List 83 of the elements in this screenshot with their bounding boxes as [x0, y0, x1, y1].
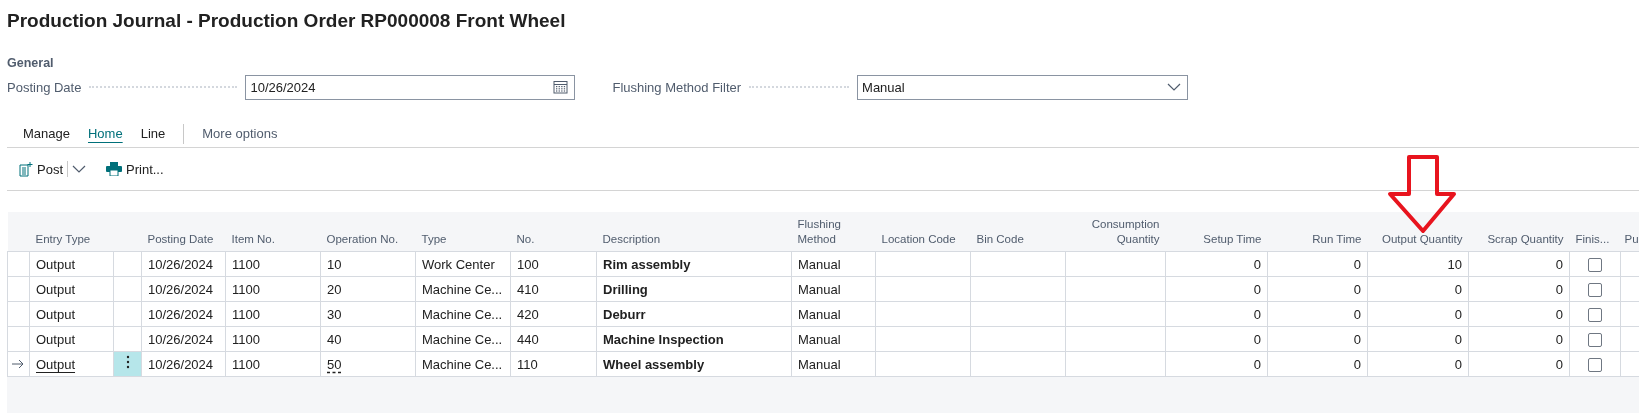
table-cell: Output	[36, 356, 76, 372]
table-cell: 1100	[232, 306, 260, 322]
table-cell: Manual	[798, 306, 841, 322]
table-cell: 0	[1353, 331, 1361, 347]
table-cell: 0	[1253, 256, 1261, 272]
field-label: Flushing Method Filter	[612, 79, 742, 95]
tab[interactable]: More options	[202, 126, 278, 147]
printer-icon	[106, 162, 122, 176]
date-field[interactable]: 10/26/2024	[245, 74, 576, 100]
table-cell: 0	[1454, 356, 1462, 372]
table-cell: 110	[517, 356, 538, 372]
table-cell: 1100	[232, 356, 260, 372]
more-options-icon[interactable]	[125, 355, 130, 369]
table-cell: Rim assembly	[603, 256, 691, 272]
table-cell: Output	[36, 331, 76, 347]
table-cell: 0	[1353, 356, 1361, 372]
table-cell: Manual	[798, 356, 841, 372]
tab[interactable]: Manage	[23, 126, 70, 147]
table-cell: 0	[1555, 356, 1563, 372]
table-cell: 0	[1253, 306, 1261, 322]
table-cell: 20	[327, 281, 342, 297]
table-cell: 0	[1353, 306, 1361, 322]
table-cell: 0	[1253, 356, 1261, 372]
table-cell: 0	[1555, 256, 1563, 272]
table-cell: Output	[36, 306, 76, 322]
table-cell: Manual	[798, 331, 841, 347]
table-cell: Machine Ce...	[422, 331, 503, 347]
checkbox[interactable]	[1588, 307, 1602, 322]
table-cell: 0	[1454, 331, 1462, 347]
checkbox[interactable]	[1588, 332, 1602, 347]
table-cell: 440	[517, 331, 539, 347]
post-button[interactable]: Post	[19, 161, 63, 177]
table-cell: Deburr	[603, 306, 646, 322]
field-label: Posting Date	[7, 79, 82, 95]
table-cell: 420	[517, 306, 539, 322]
table-cell: Output	[36, 256, 76, 272]
table-cell: Manual	[798, 256, 841, 272]
table-cell: 30	[327, 306, 342, 322]
table-cell: Machine Ce...	[422, 306, 503, 322]
table-cell: Drilling	[603, 281, 648, 297]
table-cell: 1100	[232, 281, 260, 297]
tab[interactable]: Line	[140, 126, 166, 147]
table-cell: 40	[327, 331, 342, 347]
table-cell: 0	[1253, 281, 1261, 297]
table-cell: 10/26/2024	[148, 256, 214, 272]
checkbox[interactable]	[1588, 257, 1602, 272]
table-cell: 50	[327, 356, 342, 372]
table-cell: 10/26/2024	[148, 331, 214, 347]
table-cell: 10	[327, 256, 342, 272]
table-cell: 10/26/2024	[148, 281, 214, 297]
document-icon	[19, 161, 33, 177]
table-cell: 0	[1353, 256, 1361, 272]
table-cell: 0	[1454, 281, 1462, 297]
table-cell: 0	[1555, 331, 1563, 347]
table-cell: 0	[1454, 306, 1462, 322]
table-cell: 100	[517, 256, 539, 272]
table-cell: 0	[1555, 306, 1563, 322]
table-cell: Manual	[798, 281, 841, 297]
print-button[interactable]: Print...	[106, 161, 164, 177]
table-cell: Machine Inspection	[603, 331, 724, 347]
tab[interactable]: Home	[88, 126, 123, 147]
table-cell: 10	[1447, 256, 1462, 272]
chevron-down-icon[interactable]	[1167, 83, 1182, 91]
table-cell: Machine Ce...	[422, 281, 503, 297]
checkbox[interactable]	[1588, 357, 1602, 372]
chevron-down-icon[interactable]	[72, 165, 86, 173]
table-cell: 10/26/2024	[148, 306, 214, 322]
calendar-icon[interactable]	[553, 80, 569, 94]
table-cell: 1100	[232, 256, 260, 272]
table-cell: 10/26/2024	[148, 356, 214, 372]
table-cell: Wheel assembly	[603, 356, 705, 372]
table-cell: 0	[1353, 281, 1361, 297]
checkbox[interactable]	[1588, 282, 1602, 297]
table-cell: 410	[517, 281, 539, 297]
table-cell: Work Center	[422, 256, 495, 272]
table-cell: 0	[1555, 281, 1563, 297]
table-cell: Machine Ce...	[422, 356, 503, 372]
dropdown-field[interactable]: Manual	[857, 74, 1189, 100]
table-cell: 0	[1253, 331, 1261, 347]
page-title: Production Journal - Production Order RP000008 Front Wheel	[6, 9, 567, 33]
section-heading: General	[7, 56, 55, 70]
table-cell: 1100	[232, 331, 260, 347]
table-cell: Output	[36, 281, 76, 297]
